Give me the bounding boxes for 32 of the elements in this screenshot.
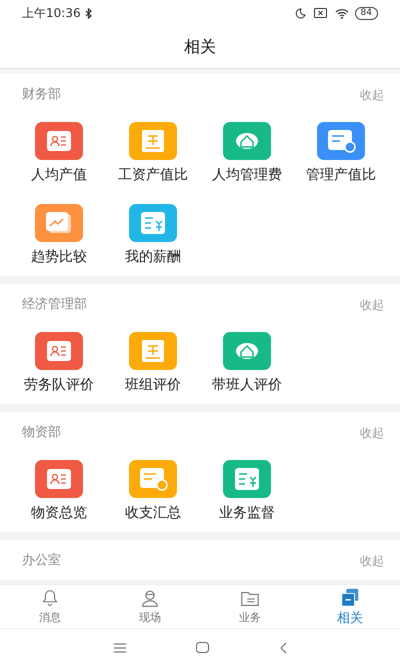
tile-label[interactable]: 物资总览	[31, 504, 87, 522]
stack-icon	[339, 586, 361, 608]
wifi-icon	[334, 8, 349, 18]
tile-label[interactable]: 我的薪酬	[125, 248, 181, 266]
section-title: 经济管理部	[22, 296, 87, 314]
tab[interactable]: 现场	[100, 585, 200, 628]
moon-icon	[294, 8, 306, 18]
tab[interactable]: 消息	[0, 585, 100, 628]
back-icon[interactable]	[278, 642, 286, 654]
tile-label[interactable]: 工资产值比	[118, 166, 188, 184]
home-icon[interactable]	[196, 642, 208, 653]
tile-label[interactable]: 趋势比较	[31, 248, 87, 266]
tile-label[interactable]: 人均产值	[31, 166, 87, 184]
tile-label[interactable]: 班组评价	[125, 376, 181, 394]
tile-label[interactable]: 业务监督	[219, 504, 275, 522]
bluetooth-icon	[84, 8, 92, 18]
section-title: 办公室	[22, 552, 61, 570]
page-title: 相关	[184, 36, 216, 58]
tile-label[interactable]: 带班人评价	[212, 376, 282, 394]
section-title: 物资部	[22, 424, 61, 442]
tile-label[interactable]: 劳务队评价	[24, 376, 94, 394]
sim-icon	[314, 8, 327, 18]
tile-label[interactable]: 人均管理费	[212, 166, 282, 184]
worker-icon	[139, 588, 161, 610]
tile-label[interactable]: 管理产值比	[306, 166, 376, 184]
tile-label[interactable]: 收支汇总	[125, 504, 181, 522]
battery-icon: 84	[354, 6, 378, 20]
menu-icon[interactable]	[114, 642, 126, 652]
tab[interactable]: 相关	[300, 585, 400, 628]
tab[interactable]: 业务	[200, 585, 300, 628]
status-time: 上午10:36	[22, 4, 81, 22]
section-title: 财务部	[22, 86, 61, 104]
